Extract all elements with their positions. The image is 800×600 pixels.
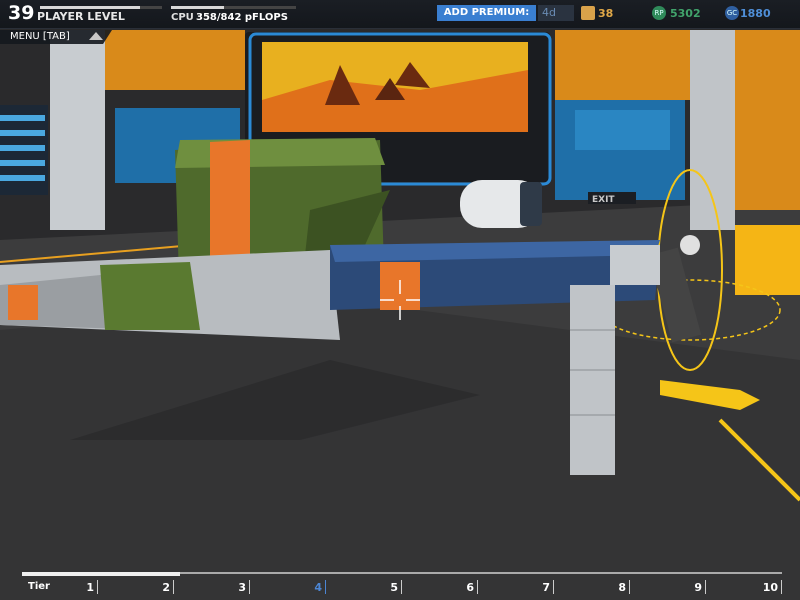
- menu-arrow-icon[interactable]: [89, 32, 103, 40]
- orange-wall-panel: [105, 30, 245, 90]
- tier-number: 8: [618, 581, 626, 594]
- add-premium-button[interactable]: ADD PREMIUM:: [437, 5, 536, 21]
- game-viewport[interactable]: EXIT: [0, 0, 800, 600]
- level-progress-bar: [40, 6, 162, 9]
- tier-number: 9: [694, 581, 702, 594]
- tier-number: 7: [542, 581, 550, 594]
- gc-currency-icon: GC: [725, 6, 739, 20]
- cpu-label: CPU: [171, 12, 194, 23]
- tier-number: 4: [314, 581, 322, 594]
- tier-bar: Tier 1 2 3 4 5 6 7 8 9 10: [22, 572, 782, 594]
- player-level-label: PLAYER LEVEL: [37, 10, 125, 23]
- tier-segment: [781, 580, 782, 594]
- tier-progress: [22, 572, 180, 576]
- tier-number: 2: [162, 581, 170, 594]
- gc-count: 1880: [740, 7, 771, 20]
- white-pillar: [50, 30, 105, 230]
- tier-number: 3: [238, 581, 246, 594]
- grey-cube-leg: [570, 285, 615, 475]
- tier-number: 1: [86, 581, 94, 594]
- orange-wall-panel: [555, 30, 690, 100]
- player-level: 39: [8, 2, 35, 24]
- top-hud: 39 PLAYER LEVEL CPU 358/842 pFLOPS ADD P…: [0, 0, 800, 29]
- rp-currency-icon: RP: [652, 6, 666, 20]
- cpu-progress-bar: [171, 6, 296, 9]
- tier-number: 10: [762, 581, 778, 594]
- exit-sign: EXIT: [592, 195, 615, 205]
- premium-days: 4d: [538, 5, 574, 21]
- cube-count: 38: [598, 7, 614, 20]
- cpu-value: 358/842 pFLOPS: [196, 12, 288, 23]
- tier-number: 6: [466, 581, 474, 594]
- rp-count: 5302: [670, 7, 701, 20]
- tier-number: 5: [390, 581, 398, 594]
- cube-currency-icon: [581, 6, 595, 20]
